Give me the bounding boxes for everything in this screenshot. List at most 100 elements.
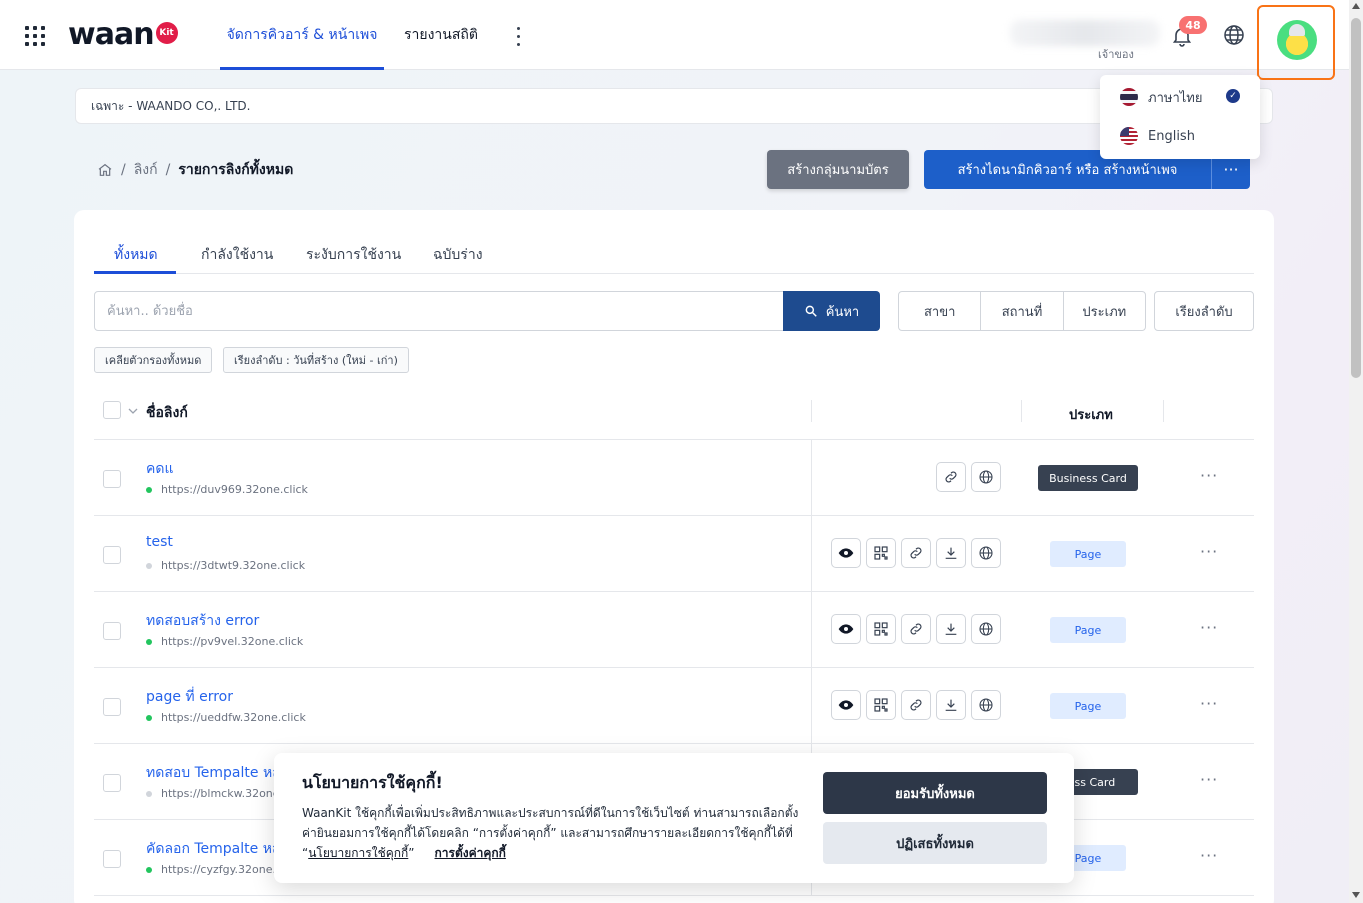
globe-icon xyxy=(979,698,993,712)
cookie-policy-link[interactable]: นโยบายการใช้คุกกี้ xyxy=(308,846,408,860)
open-web-button[interactable] xyxy=(971,614,1001,644)
row-checkbox[interactable] xyxy=(103,774,121,792)
eye-icon xyxy=(838,548,854,558)
link-title[interactable]: test xyxy=(146,534,173,550)
sort-chip[interactable]: เรียงลำดับ : วันที่สร้าง (ใหม่ - เก่า) xyxy=(223,347,409,373)
download-button[interactable] xyxy=(936,538,966,568)
accept-all-button[interactable]: ยอมรับทั้งหมด xyxy=(823,772,1047,814)
preview-button[interactable] xyxy=(831,614,861,644)
link-url: https://blmckw.32one xyxy=(146,787,280,800)
breadcrumb-current: รายการลิงก์ทั้งหมด xyxy=(178,162,294,178)
search-button[interactable]: ค้นหา xyxy=(783,291,880,331)
preview-button[interactable] xyxy=(831,538,861,568)
type-badge: Page xyxy=(1050,617,1126,643)
tab-active-indicator xyxy=(94,271,176,274)
owner-label: เจ้าของ xyxy=(1098,48,1134,61)
language-option-thai-label: ภาษาไทย xyxy=(1148,90,1203,106)
globe-icon[interactable] xyxy=(1222,23,1246,47)
copy-link-button[interactable] xyxy=(901,614,931,644)
copy-link-button[interactable] xyxy=(901,538,931,568)
filter-type[interactable]: ประเภท xyxy=(1064,292,1145,330)
row-more-button[interactable]: ··· xyxy=(1200,846,1218,865)
link-title[interactable]: page ที่ error xyxy=(146,686,233,708)
sort-button[interactable]: เรียงลำดับ xyxy=(1154,291,1254,331)
link-url-text: https://pv9vel.32one.click xyxy=(161,635,304,648)
open-web-button[interactable] xyxy=(971,462,1001,492)
tab-suspended[interactable]: ระงับการใช้งาน xyxy=(306,244,401,266)
cookie-settings-link[interactable]: การตั้งค่าคุกกี้ xyxy=(435,846,506,860)
nav-manage-qr[interactable]: จัดการคิวอาร์ & หน้าเพจ xyxy=(220,0,384,70)
apps-grid-icon[interactable] xyxy=(25,26,47,46)
link-icon xyxy=(910,699,922,711)
workspace-selector[interactable]: เฉพาะ - WAANDO CO,. LTD. xyxy=(75,88,1273,124)
copy-link-button[interactable] xyxy=(936,462,966,492)
select-all-checkbox[interactable] xyxy=(103,401,121,419)
tab-all[interactable]: ทั้งหมด xyxy=(114,244,158,266)
column-divider xyxy=(1021,400,1022,422)
download-icon xyxy=(945,699,957,711)
table-row[interactable]: test https://3dtwt9.32one.click Page ··· xyxy=(94,516,1254,592)
avatar[interactable] xyxy=(1277,20,1317,60)
qr-code-button[interactable] xyxy=(866,690,896,720)
table-row[interactable]: คดแ https://duv969.32one.click Business … xyxy=(94,440,1254,516)
table-row[interactable]: page ที่ error https://ueddfw.32one.clic… xyxy=(94,668,1254,744)
row-more-button[interactable]: ··· xyxy=(1200,466,1218,485)
row-more-button[interactable]: ··· xyxy=(1200,542,1218,561)
link-icon xyxy=(910,547,922,559)
search-input[interactable] xyxy=(94,291,784,331)
scroll-thumb[interactable] xyxy=(1351,18,1361,378)
clear-filters-chip[interactable]: เคลียตัวกรองทั้งหมด xyxy=(94,347,213,373)
link-title[interactable]: คดแ xyxy=(146,458,173,480)
accept-all-label: ยอมรับทั้งหมด xyxy=(895,786,975,802)
row-checkbox[interactable] xyxy=(103,850,121,868)
filter-branch[interactable]: สาขา xyxy=(899,292,982,330)
scroll-up-arrow[interactable] xyxy=(1352,3,1360,9)
cookie-title: นโยบายการใช้คุกกี้! xyxy=(302,773,443,792)
language-option-english[interactable]: English xyxy=(1120,126,1195,146)
row-checkbox[interactable] xyxy=(103,698,121,716)
link-url-text: https://blmckw.32one xyxy=(161,787,280,800)
download-button[interactable] xyxy=(936,614,966,644)
tab-active[interactable]: กำลังใช้งาน xyxy=(201,244,273,266)
tab-draft[interactable]: ฉบับร่าง xyxy=(433,244,483,266)
more-nav-icon[interactable] xyxy=(510,24,526,48)
row-checkbox[interactable] xyxy=(103,622,121,640)
us-flag-icon xyxy=(1120,127,1138,145)
reject-all-button[interactable]: ปฏิเสธทั้งหมด xyxy=(823,822,1047,864)
link-title[interactable]: ทดสอบสร้าง error xyxy=(146,610,259,632)
table-row[interactable]: ทดสอบสร้าง error https://pv9vel.32one.cl… xyxy=(94,592,1254,668)
qr-code-button[interactable] xyxy=(866,538,896,568)
language-menu: ภาษาไทย ✓ English xyxy=(1100,75,1260,159)
row-more-button[interactable]: ··· xyxy=(1200,770,1218,789)
copy-link-button[interactable] xyxy=(901,690,931,720)
preview-button[interactable] xyxy=(831,690,861,720)
download-button[interactable] xyxy=(936,690,966,720)
home-icon[interactable] xyxy=(97,162,113,178)
status-dot xyxy=(146,486,152,493)
avatar-highlight[interactable] xyxy=(1257,5,1335,80)
breadcrumb-link[interactable]: ลิงก์ xyxy=(134,159,158,181)
page-scrollbar[interactable] xyxy=(1349,0,1363,903)
scroll-down-arrow[interactable] xyxy=(1352,892,1360,898)
link-url-text: https://duv969.32one.click xyxy=(161,483,308,496)
link-url: https://3dtwt9.32one.click xyxy=(146,559,305,572)
globe-icon xyxy=(979,470,993,484)
link-title[interactable]: คัดลอก Tempalte หล xyxy=(146,838,281,860)
logo[interactable]: waan Kit xyxy=(68,16,178,52)
row-more-button[interactable]: ··· xyxy=(1200,694,1218,713)
row-checkbox[interactable] xyxy=(103,546,121,564)
create-card-group-button[interactable]: สร้างกลุ่มนามบัตร xyxy=(767,150,909,189)
chevron-down-icon[interactable] xyxy=(128,407,138,415)
workspace-label: เฉพาะ - WAANDO CO,. LTD. xyxy=(91,98,251,113)
row-checkbox[interactable] xyxy=(103,470,121,488)
nav-statistics[interactable]: รายงานสถิติ xyxy=(404,0,478,70)
link-title[interactable]: ทดสอบ Tempalte หล xyxy=(146,762,281,784)
open-web-button[interactable] xyxy=(971,690,1001,720)
language-option-thai[interactable]: ภาษาไทย xyxy=(1120,87,1202,107)
column-name-header: ชื่อลิงก์ xyxy=(146,405,188,421)
row-more-button[interactable]: ··· xyxy=(1200,618,1218,637)
filter-location[interactable]: สถานที่ xyxy=(981,292,1064,330)
open-web-button[interactable] xyxy=(971,538,1001,568)
tab-draft-label: ฉบับร่าง xyxy=(433,247,483,263)
qr-code-button[interactable] xyxy=(866,614,896,644)
